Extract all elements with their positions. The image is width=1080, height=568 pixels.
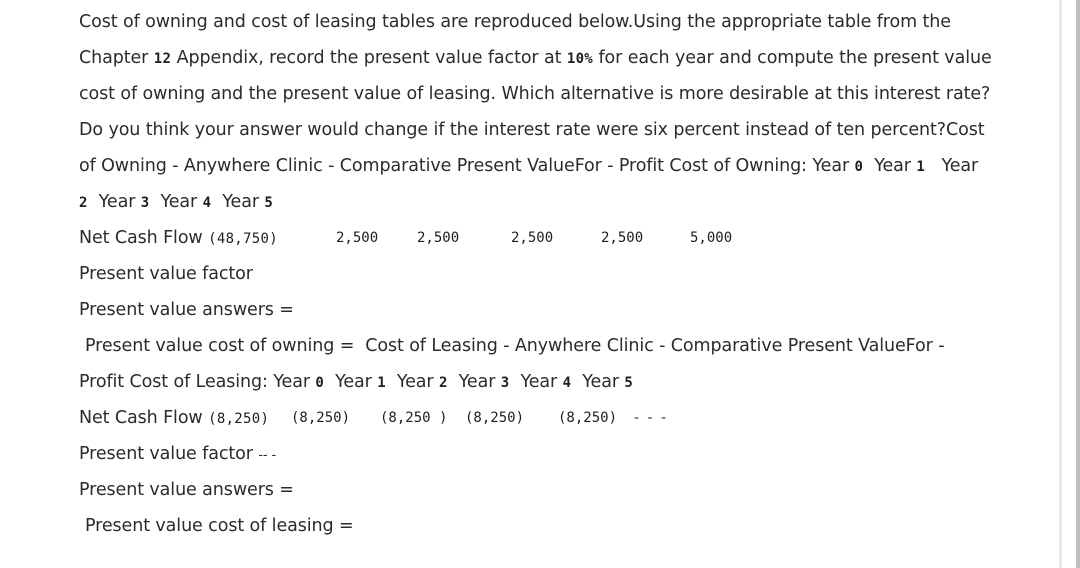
owning-heading-cont: 2 Year 3 Year 4 Year 5 xyxy=(79,191,273,214)
owning-pv-factor-row: Present value factor xyxy=(79,263,253,285)
net-cash-flow-label: Net Cash Flow xyxy=(79,228,203,248)
panel-divider xyxy=(1059,0,1062,568)
leasing-cash-flow-year-0: (8,250) xyxy=(208,411,270,427)
question-text: Appendix, record the present value facto… xyxy=(171,48,567,68)
question-text: Chapter xyxy=(79,48,154,68)
leasing-cash-flow-year-3: (8,250) xyxy=(465,410,525,426)
leasing-year-0: 0 xyxy=(315,375,325,391)
leasing-net-cash-flow-row: Net Cash Flow (8,250) xyxy=(79,407,269,430)
pv-cost-owning-row: Present value cost of owning = Cost of L… xyxy=(85,335,945,357)
leasing-year-2: 2 xyxy=(439,375,448,391)
year-label: Year xyxy=(160,192,198,212)
leasing-cash-flow-year-4: (8,250) xyxy=(558,410,618,426)
owning-year-5: 5 xyxy=(264,195,274,211)
pv-answers-label: Present value answers = xyxy=(79,480,294,500)
owning-pv-answers-row: Present value answers = xyxy=(79,299,294,321)
question-line-2: Chapter 12 Appendix, record the present … xyxy=(79,47,992,70)
chapter-number: 12 xyxy=(153,51,172,67)
year-label: Year xyxy=(520,372,558,392)
leasing-heading-cont: Profit Cost of Leasing: Year 0 Year 1 Ye… xyxy=(79,371,633,394)
owning-cash-flow-year-0: (48,750) xyxy=(208,231,278,247)
owning-heading: of Owning - Anywhere Clinic - Comparativ… xyxy=(79,155,978,178)
leasing-pv-answers-row: Present value answers = xyxy=(79,479,294,501)
leasing-year-3: 3 xyxy=(500,375,510,391)
question-text: for each year and compute the present va… xyxy=(593,48,992,68)
year-label: Year xyxy=(458,372,496,392)
owning-heading-text: of Owning - Anywhere Clinic - Comparativ… xyxy=(79,156,855,176)
owning-cash-flow-year-1: 2,500 xyxy=(336,230,379,246)
year-label: Year xyxy=(874,156,911,176)
scrollbar[interactable] xyxy=(1076,0,1080,568)
year-label: Year xyxy=(98,192,136,212)
pv-answers-label: Present value answers = xyxy=(79,300,294,320)
question-line-1: Cost of owning and cost of leasing table… xyxy=(79,11,951,33)
pv-factor-label: Present value factor xyxy=(79,444,253,464)
question-line-3: cost of owning and the present value of … xyxy=(79,83,990,105)
pv-factor-blanks: -- - xyxy=(258,448,277,463)
pv-cost-owning-label: Present value cost of owning = xyxy=(85,336,355,356)
owning-net-cash-flow-row: Net Cash Flow (48,750) xyxy=(79,227,278,250)
question-text: Cost of owning and cost of leasing table… xyxy=(79,12,951,32)
question-text: cost of owning and the present value of … xyxy=(79,84,991,104)
leasing-cash-flow-year-2: (8,250 ) xyxy=(380,410,448,426)
leasing-cash-flow-year-1: (8,250) xyxy=(291,410,351,426)
interest-rate: 10% xyxy=(566,51,594,67)
year-label: Year xyxy=(222,192,259,212)
net-cash-flow-label: Net Cash Flow xyxy=(79,408,203,428)
leasing-year-5: 5 xyxy=(624,375,634,391)
pv-cost-leasing-label: Present value cost of leasing = xyxy=(85,516,354,536)
owning-cash-flow-year-5: 5,000 xyxy=(690,230,733,246)
year-label: Year xyxy=(582,372,619,392)
leasing-year-4: 4 xyxy=(562,375,572,391)
question-line-4: Do you think your answer would change if… xyxy=(79,119,985,141)
question-text: Do you think your answer would change if… xyxy=(79,120,985,140)
owning-year-1: 1 xyxy=(916,159,926,175)
pv-cost-leasing-row: Present value cost of leasing = xyxy=(85,515,354,537)
year-label: Year xyxy=(335,372,372,392)
owning-cash-flow-year-4: 2,500 xyxy=(601,230,644,246)
year-label: Year xyxy=(941,156,979,176)
pv-factor-label: Present value factor xyxy=(79,264,253,284)
owning-cash-flow-year-3: 2,500 xyxy=(511,230,554,246)
owning-year-0: 0 xyxy=(854,159,864,175)
leasing-cash-flow-year-5: - - - xyxy=(634,410,669,426)
owning-year-2: 2 xyxy=(79,195,88,211)
leasing-year-1: 1 xyxy=(377,375,386,391)
year-label: Year xyxy=(396,372,434,392)
leasing-heading-text: Profit Cost of Leasing: Year xyxy=(79,372,316,392)
owning-year-4: 4 xyxy=(202,195,212,211)
leasing-pv-factor-row: Present value factor -- - xyxy=(79,443,276,467)
leasing-heading: Cost of Leasing - Anywhere Clinic - Comp… xyxy=(365,336,945,356)
owning-year-3: 3 xyxy=(140,195,150,211)
owning-cash-flow-year-2: 2,500 xyxy=(417,230,460,246)
